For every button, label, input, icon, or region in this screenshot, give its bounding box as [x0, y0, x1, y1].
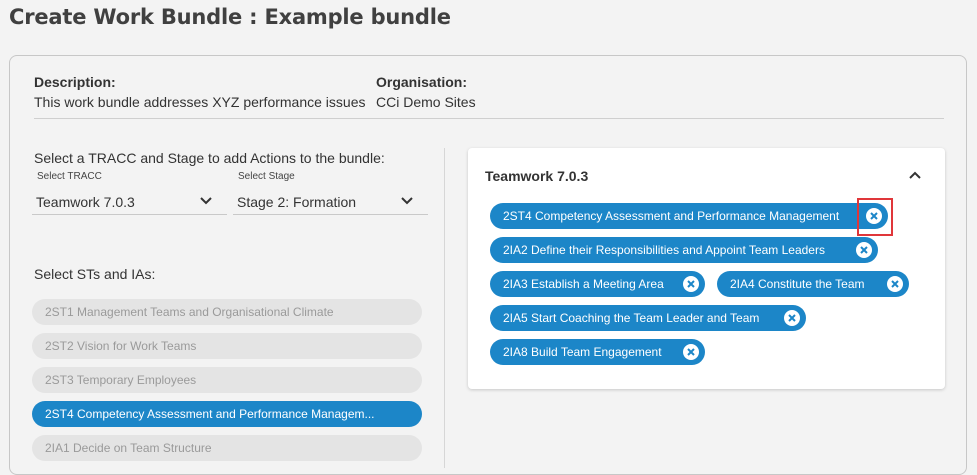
bundle-chip-label: 2IA8 Build Team Engagement: [503, 345, 662, 359]
close-circle-icon[interactable]: [886, 275, 904, 293]
close-circle-icon[interactable]: [865, 207, 883, 225]
list-item[interactable]: 2IA1 Decide on Team Structure: [32, 435, 422, 461]
stage-select-value: Stage 2: Formation: [237, 194, 357, 210]
tracc-select[interactable]: Teamwork 7.0.3: [32, 191, 227, 215]
bundle-chip-label: 2IA3 Establish a Meeting Area: [503, 277, 664, 291]
details-divider: [34, 118, 944, 119]
stage-select[interactable]: Stage 2: Formation: [233, 191, 428, 215]
bundle-chip: 2ST4 Competency Assessment and Performan…: [490, 203, 888, 229]
bundle-panel: Teamwork 7.0.3 2ST4 Competency Assessmen…: [468, 148, 945, 389]
column-divider: [444, 148, 445, 468]
organisation-value: CCi Demo Sites: [376, 94, 476, 110]
description-value: This work bundle addresses XYZ performan…: [34, 94, 366, 110]
close-circle-icon[interactable]: [682, 343, 700, 361]
tracc-select-value: Teamwork 7.0.3: [36, 194, 135, 210]
bundle-chip: 2IA8 Build Team Engagement: [490, 339, 705, 365]
bundle-form-card: Description: This work bundle addresses …: [9, 55, 967, 475]
tracc-select-label: Select TRACC: [37, 171, 102, 182]
list-item[interactable]: 2ST2 Vision for Work Teams: [32, 333, 422, 359]
list-item-selected[interactable]: 2ST4 Competency Assessment and Performan…: [32, 401, 422, 427]
stage-select-label: Select Stage: [238, 171, 295, 182]
chevron-down-icon: [200, 197, 212, 205]
chevron-down-icon: [401, 197, 413, 205]
close-circle-icon[interactable]: [855, 241, 873, 259]
bundle-panel-title: Teamwork 7.0.3: [485, 168, 589, 184]
bundle-chip: 2IA2 Define their Responsibilities and A…: [490, 237, 878, 263]
selector-instruction: Select a TRACC and Stage to add Actions …: [34, 150, 385, 166]
organisation-label: Organisation:: [376, 74, 468, 90]
items-list-heading: Select STs and IAs:: [34, 266, 156, 282]
list-item[interactable]: 2ST1 Management Teams and Organisational…: [32, 299, 422, 325]
bundle-chip-label: 2IA4 Constitute the Team: [730, 277, 865, 291]
bundle-chip-label: 2ST4 Competency Assessment and Performan…: [503, 209, 840, 223]
bundle-chip: 2IA5 Start Coaching the Team Leader and …: [490, 305, 806, 331]
list-item[interactable]: 2ST3 Temporary Employees: [32, 367, 422, 393]
bundle-chip-label: 2IA2 Define their Responsibilities and A…: [503, 243, 825, 257]
bundle-chip: 2IA4 Constitute the Team: [717, 271, 909, 297]
bundle-chip-label: 2IA5 Start Coaching the Team Leader and …: [503, 311, 760, 325]
bundle-chip: 2IA3 Establish a Meeting Area: [490, 271, 705, 297]
close-circle-icon[interactable]: [682, 275, 700, 293]
page-title: Create Work Bundle : Example bundle: [9, 5, 451, 29]
close-circle-icon[interactable]: [783, 309, 801, 327]
chevron-up-icon[interactable]: [908, 168, 922, 182]
description-label: Description:: [34, 74, 116, 90]
